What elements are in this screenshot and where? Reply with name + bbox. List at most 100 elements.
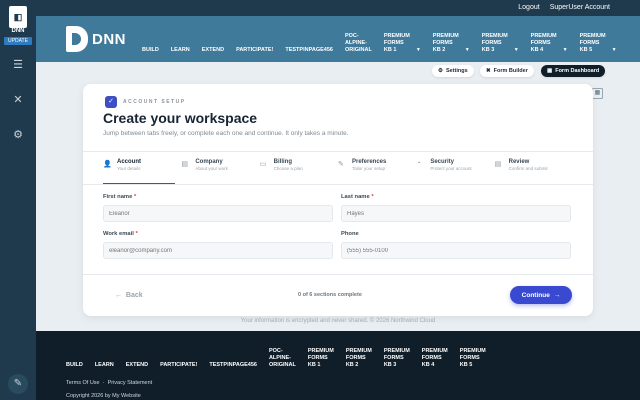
nav-item-testpinpage456[interactable]: TESTPINPAGE456	[285, 47, 333, 54]
nav-item-learn[interactable]: LEARN	[171, 47, 190, 54]
copyright: Copyright 2026 by My Website	[66, 393, 141, 399]
footer-nav-item-label-line: FORMS	[421, 355, 442, 361]
footer-nav-item-label-line: PREMIUM	[345, 348, 372, 354]
footer-nav-item-label-line: FORMS	[459, 355, 480, 361]
back-label: Back	[125, 292, 143, 299]
footer-nav-item-extend[interactable]: EXTEND	[126, 362, 148, 369]
work-email-label: Work email	[103, 231, 134, 237]
user-account-link[interactable]: SuperUser Account	[550, 4, 610, 11]
module-grid-icon[interactable]: ▦	[592, 88, 603, 99]
form-dashboard-label: Form Dashboard	[555, 68, 600, 74]
dnn-logo-icon[interactable]: ◧	[9, 6, 27, 28]
nav-item-premium-forms-kb-3[interactable]: PREMIUM FORMS KB 3 ▼	[482, 33, 519, 54]
footer-nav-item-label-line: FORMS	[345, 355, 366, 361]
edit-pencil-icon[interactable]: ✎	[8, 374, 28, 394]
step-tab-account[interactable]: 👤 Account Your details	[103, 159, 181, 184]
checklist-icon: ▤	[494, 161, 502, 168]
footer-nav-item-learn[interactable]: LEARN	[95, 362, 114, 369]
card-title: Create your workspace	[103, 110, 258, 126]
footer-nav-item-build[interactable]: BUILD	[66, 362, 83, 369]
footer-nav-item-premium-forms-kb-2[interactable]: PREMIUM FORMS KB 2	[346, 348, 372, 369]
back-button[interactable]: ← Back	[115, 292, 143, 299]
nav-item-extend[interactable]: EXTEND	[202, 47, 224, 54]
nav-item-label-line: KB 4	[530, 47, 544, 53]
caret-down-icon: ▼	[562, 47, 568, 53]
nav-item-premium-forms-kb-1[interactable]: PREMIUM FORMS KB 1 ▼	[384, 33, 421, 54]
eyebrow-text: ACCOUNT SETUP	[123, 99, 186, 105]
footer-nav-item-label-line: KB 2	[345, 362, 359, 368]
nav-item-label-line: PREMIUM	[530, 33, 557, 39]
sliders-icon: ✎	[337, 161, 344, 168]
footer-nav-item-label-line: PREMIUM	[307, 348, 334, 354]
step-subtitle: Tailor your setup	[351, 166, 386, 171]
divider	[83, 184, 593, 185]
continue-button[interactable]: Continue →	[510, 286, 572, 304]
nav-item-premium-forms-kb-5[interactable]: PREMIUM FORMS KB 5 ▼	[580, 33, 617, 54]
nav-item-label-line: PREMIUM	[432, 33, 459, 39]
nav-item-label-line: FORMS	[432, 40, 453, 46]
first-name-input[interactable]	[103, 205, 333, 222]
form-builder-button[interactable]: ✖ Form Builder	[480, 65, 534, 77]
site-logo[interactable]: DNN	[66, 26, 126, 52]
nav-item-premium-forms-kb-2[interactable]: PREMIUM FORMS KB 2 ▼	[433, 33, 470, 54]
last-name-label: Last name	[341, 194, 370, 200]
step-tab-billing[interactable]: ▭ Billing Choose a plan	[260, 159, 338, 181]
footer-nav-item-premium-forms-kb-3[interactable]: PREMIUM FORMS KB 3	[384, 348, 410, 369]
update-badge[interactable]: UPDATE	[4, 37, 32, 45]
dashboard-icon: ▦	[547, 68, 553, 74]
site-footer: BUILD LEARN EXTEND PARTICIPATE! TESTPINPAGE4…	[36, 331, 640, 400]
nav-item-label-line: PREMIUM	[383, 33, 410, 39]
form-dashboard-button[interactable]: ▦ Form Dashboard	[541, 65, 606, 77]
nav-item-participate[interactable]: PARTICIPATE!	[236, 47, 273, 54]
settings-gear-icon[interactable]: ⚙	[11, 128, 25, 142]
step-subtitle: About your work	[195, 166, 228, 171]
footer-nav-item-label-line: KB 3	[383, 362, 397, 368]
footer-nav-item-label-line: KB 5	[459, 362, 473, 368]
footer-links: Terms Of Use · Privacy Statement	[66, 380, 152, 386]
footer-nav-item-participate[interactable]: PARTICIPATE!	[160, 362, 197, 369]
form-builder-label: Form Builder	[493, 68, 528, 74]
footer-nav-item-label-line: POC-	[268, 348, 283, 354]
phone-label: Phone	[341, 231, 359, 237]
first-name-label: First name	[103, 194, 133, 200]
terms-link[interactable]: Terms Of Use	[66, 380, 100, 386]
nav-item-premium-forms-kb-4[interactable]: PREMIUM FORMS KB 4 ▼	[531, 33, 568, 54]
eyebrow: ✓ ACCOUNT SETUP	[105, 96, 186, 108]
nav-item-label-line: KB 3	[481, 47, 495, 53]
footer-nav-item-label-line: PREMIUM	[383, 348, 410, 354]
footer-nav-item-label-line: FORMS	[307, 355, 328, 361]
step-title: Preferences	[351, 159, 387, 165]
dnn-mark-icon	[66, 26, 88, 52]
arrow-left-icon: ←	[115, 292, 122, 299]
caret-down-icon: ▼	[513, 47, 519, 53]
progress-text: 0 of 6 sections complete	[298, 292, 362, 298]
required-marker: *	[133, 194, 137, 200]
divider	[83, 151, 593, 152]
nav-item-build[interactable]: BUILD	[142, 47, 159, 54]
step-tab-security[interactable]: ◔ Security Protect your account	[416, 159, 494, 181]
user-icon: 👤	[103, 161, 112, 168]
settings-button[interactable]: ⚙ Settings	[432, 65, 474, 77]
privacy-link[interactable]: Privacy Statement	[108, 380, 153, 386]
work-email-input[interactable]	[103, 242, 333, 259]
last-name-input[interactable]	[341, 205, 571, 222]
step-title: Company	[195, 159, 223, 165]
footer-nav-item-premium-forms-kb-4[interactable]: PREMIUM FORMS KB 4	[422, 348, 448, 369]
footer-nav-item-premium-forms-kb-1[interactable]: PREMIUM FORMS KB 1	[308, 348, 334, 369]
tools-icon[interactable]: ✕	[11, 93, 25, 107]
step-title: Billing	[273, 159, 292, 165]
nav-item-poc-alpine-original[interactable]: POC- ALPINE- ORIGINAL	[345, 33, 372, 54]
content-icon[interactable]: ☰	[11, 58, 25, 72]
logout-link[interactable]: Logout	[518, 4, 539, 11]
footer-nav-item-testpinpage456[interactable]: TESTPINPAGE456	[209, 362, 257, 369]
fineprint: Your information is encrypted and never …	[240, 318, 436, 324]
phone-input[interactable]	[341, 242, 571, 259]
footer-nav-item-label-line: KB 4	[421, 362, 435, 368]
nav-item-label-line: ALPINE-	[344, 40, 367, 46]
step-tab-preferences[interactable]: ✎ Preferences Tailor your setup	[338, 159, 416, 181]
footer-nav-item-premium-forms-kb-5[interactable]: PREMIUM FORMS KB 5	[460, 348, 486, 369]
step-tab-review[interactable]: ▤ Review Confirm and submit	[495, 159, 573, 181]
footer-nav-item-poc-alpine-original[interactable]: POC- ALPINE- ORIGINAL	[269, 348, 296, 369]
step-tab-company[interactable]: ▤ Company About your work	[181, 159, 259, 181]
last-name-group: Last name *	[341, 194, 571, 222]
